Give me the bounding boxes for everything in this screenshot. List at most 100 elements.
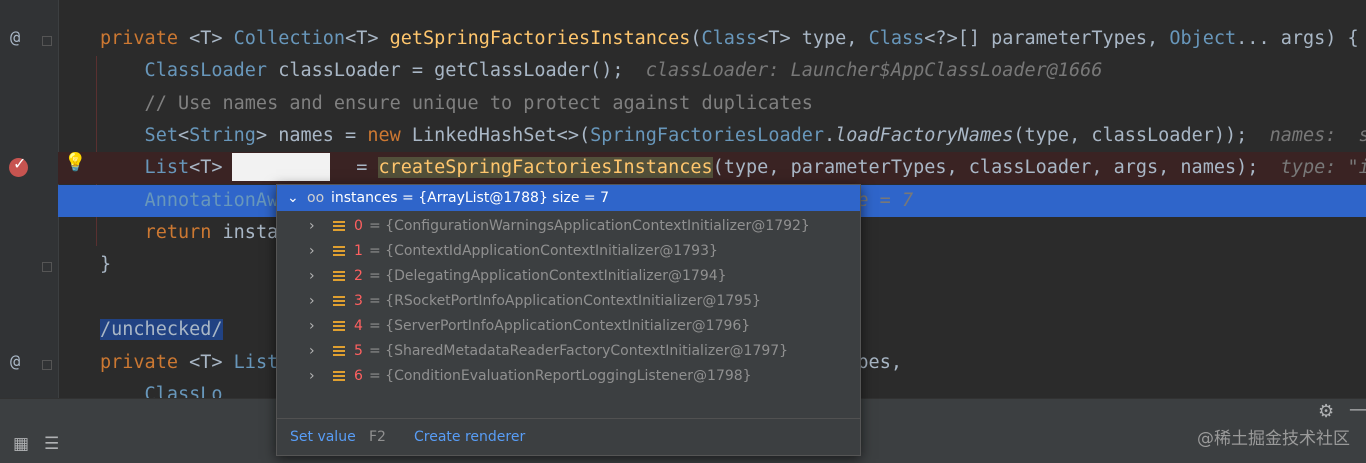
code-token: // Use names and ensure unique to protec… <box>100 93 813 114</box>
popup-footer: Set value F2 Create renderer <box>277 418 860 455</box>
watch-icon: oo <box>307 190 325 206</box>
tree-node[interactable]: › 3 = {RSocketPortInfoApplicationContextI… <box>277 289 860 314</box>
code-token: classLoader = getClassLoader(); <box>267 60 646 81</box>
root-node-label: instances = {ArrayList@1788} size = 7 <box>331 190 609 206</box>
chevron-right-icon[interactable]: › <box>309 314 315 339</box>
override-marker-icon[interactable]: @ <box>10 352 20 372</box>
lightbulb-icon[interactable]: 💡 <box>64 152 86 173</box>
code-line: ClassLoader classLoader = getClassLoader… <box>58 55 1366 87</box>
node-index: 6 <box>354 368 363 384</box>
breakpoint-line: List<T> = createSpringFactoriesInstances… <box>58 152 1366 184</box>
chevron-right-icon[interactable]: › <box>309 289 315 314</box>
field-icon <box>333 271 345 282</box>
code-token: (type, parameterTypes, classLoader, args… <box>712 157 1281 178</box>
code-line: private <T> Collection<T> getSpringFacto… <box>58 23 1366 55</box>
code-line: // Use names and ensure unique to protec… <box>58 88 1366 120</box>
watermark: @稀土掘金技术社区 <box>1197 429 1350 449</box>
code-token: getSpringFactoriesInstances <box>389 28 691 49</box>
code-token: <T> type, <box>757 28 869 49</box>
hidden-variable-name <box>232 153 330 181</box>
code-token: Object <box>1169 28 1237 49</box>
code-token: ... args) { <box>1236 28 1359 49</box>
tree-node[interactable]: › 0 = {ConfigurationWarningsApplicationCo… <box>277 214 860 239</box>
field-icon <box>333 321 345 332</box>
node-value: = {ContextIdApplicationContextInitialize… <box>369 243 718 259</box>
code-token: classLoader: Launcher$AppClassLoader@166… <box>645 60 1103 81</box>
code-token: <T> <box>189 28 234 49</box>
code-token: List <box>233 352 279 373</box>
code-token: insta <box>222 222 279 243</box>
node-value: = {ConfigurationWarningsApplicationConte… <box>369 218 810 234</box>
node-index: 4 <box>354 318 363 334</box>
breakpoint-check-icon: ✓ <box>13 154 27 173</box>
node-index: 2 <box>354 268 363 284</box>
field-icon <box>333 346 345 357</box>
list-icon[interactable]: ☰ <box>44 434 59 454</box>
fold-marker-icon[interactable] <box>42 262 52 272</box>
tree-node[interactable]: › 6 = {ConditionEvaluationReportLoggingLi… <box>277 364 860 389</box>
code-token: > names = <box>255 125 368 146</box>
chevron-right-icon[interactable]: › <box>309 239 315 264</box>
code-token: Set <box>100 125 178 146</box>
node-index: 0 <box>354 218 363 234</box>
chevron-right-icon[interactable]: › <box>309 264 315 289</box>
chevron-right-icon[interactable]: › <box>309 339 315 364</box>
chevron-right-icon[interactable]: › <box>309 214 315 239</box>
editor-gutter <box>0 0 58 398</box>
node-index: 3 <box>354 293 363 309</box>
field-icon <box>333 296 345 307</box>
code-token: new <box>367 125 412 146</box>
tree-node[interactable]: › 1 = {ContextIdApplicationContextInitial… <box>277 239 860 264</box>
code-token: names: si <box>1269 125 1366 146</box>
code-token: loadFactoryNames <box>835 125 1014 146</box>
code-token: <T> <box>189 157 234 178</box>
node-index: 1 <box>354 243 363 259</box>
variable-inspector-popup[interactable]: ⌄ oo instances = {ArrayList@1788} size =… <box>276 184 861 456</box>
node-index: 5 <box>354 343 363 359</box>
node-value: = {ConditionEvaluationReportLoggingListe… <box>369 368 752 384</box>
node-value: = {ServerPortInfoApplicationContextIniti… <box>369 318 751 334</box>
code-token: private <box>100 352 190 373</box>
code-token: LinkedHashSet<>( <box>411 125 591 146</box>
tree-node[interactable]: › 2 = {DelegatingApplicationContextInitia… <box>277 264 860 289</box>
fold-marker-icon[interactable] <box>42 36 52 46</box>
minimize-icon[interactable]: — <box>1349 399 1366 420</box>
code-token: Collection <box>233 28 346 49</box>
code-token: } <box>100 254 112 275</box>
code-token: <T> <box>189 352 234 373</box>
code-token: . <box>824 125 836 146</box>
table-icon[interactable]: ▦ <box>13 434 29 454</box>
field-icon <box>333 246 345 257</box>
code-token: AnnotationAw <box>100 190 279 211</box>
code-token: SpringFactoriesLoader <box>590 125 825 146</box>
override-marker-icon[interactable]: @ <box>10 28 20 48</box>
create-renderer-link[interactable]: Create renderer <box>414 419 525 455</box>
field-icon <box>333 371 345 382</box>
gear-icon[interactable]: ⚙ <box>1318 401 1334 422</box>
code-line: Set<String> names = new LinkedHashSet<>(… <box>58 120 1366 152</box>
popup-root-node[interactable]: ⌄ oo instances = {ArrayList@1788} size =… <box>277 185 860 211</box>
code-token: createSpringFactoriesInstances <box>378 157 713 178</box>
code-token: (type, classLoader)); <box>1013 125 1270 146</box>
code-token: < <box>177 125 190 146</box>
fold-marker-icon[interactable] <box>42 360 52 370</box>
code-token: /unchecked/ <box>100 319 223 340</box>
code-token: ( <box>690 28 702 49</box>
code-token: Class <box>868 28 925 49</box>
code-token: = <box>345 157 379 178</box>
code-token: ClassLoader <box>100 60 268 81</box>
chevron-down-icon[interactable]: ⌄ <box>287 185 299 211</box>
node-value: = {DelegatingApplicationContextInitializ… <box>369 268 727 284</box>
code-token: Class <box>701 28 758 49</box>
code-token: return <box>144 222 223 243</box>
node-value: = {SharedMetadataReaderFactoryContextIni… <box>369 343 789 359</box>
code-token: e = 7 <box>857 190 914 211</box>
tree-node[interactable]: › 5 = {SharedMetadataReaderFactoryContext… <box>277 339 860 364</box>
tree-node[interactable]: › 4 = {ServerPortInfoApplicationContextIn… <box>277 314 860 339</box>
set-value-link[interactable]: Set value <box>290 419 356 455</box>
code-token: <?>[] parameterTypes, <box>924 28 1170 49</box>
set-value-shortcut: F2 <box>369 429 386 445</box>
chevron-right-icon[interactable]: › <box>309 364 315 389</box>
node-value: = {RSocketPortInfoApplicationContextInit… <box>369 293 761 309</box>
